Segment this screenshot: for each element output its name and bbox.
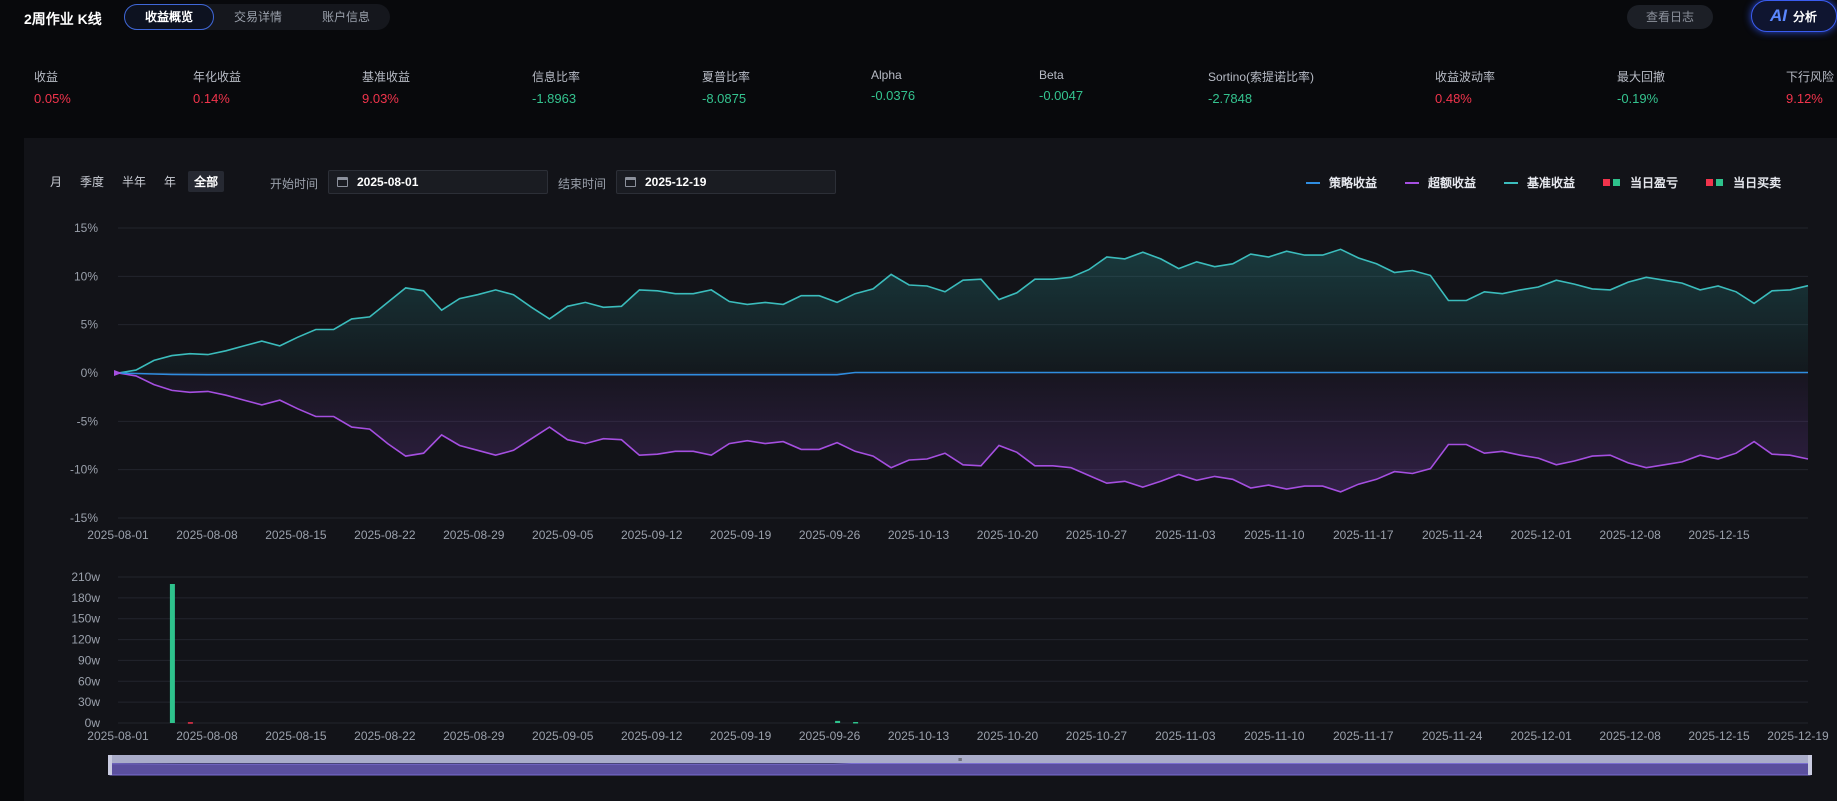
range-year-button[interactable]: 年 (158, 171, 182, 192)
metric-value: -0.0376 (871, 88, 916, 103)
metric-label: Beta (1039, 68, 1064, 82)
ai-analysis-label: 分析 (1793, 10, 1818, 24)
tab-overview[interactable]: 收益概览 (124, 4, 215, 30)
metric-beta: Beta -0.0047 (1039, 68, 1083, 103)
metric-annualized-return: 年化收益 0.14% (193, 68, 241, 106)
metric-volatility: 收益波动率 0.48% (1435, 68, 1495, 106)
metric-value: 0.48% (1435, 91, 1472, 106)
ai-analysis-button[interactable]: AI 分析 (1751, 0, 1837, 32)
range-month-button[interactable]: 月 (44, 171, 68, 192)
legend-excess-return[interactable]: 超额收益 (1405, 174, 1476, 191)
metric-label: 收益 (34, 70, 59, 84)
range-all-button[interactable]: 全部 (188, 171, 225, 192)
legend-swatch (1706, 179, 1714, 186)
legend-daily-pnl[interactable]: 当日盈亏 (1603, 174, 1678, 191)
metric-alpha: Alpha -0.0376 (871, 68, 915, 103)
end-date-input[interactable]: 2025-12-19 (616, 170, 836, 194)
metric-benchmark-return: 基准收益 9.03% (362, 68, 410, 106)
tab-trade-details[interactable]: 交易详情 (214, 4, 302, 30)
tab-account-info[interactable]: 账户信息 (302, 4, 390, 30)
metric-value: 0.14% (193, 91, 230, 106)
ai-icon: AI (1770, 6, 1787, 25)
legend-label: 超额收益 (1428, 176, 1477, 190)
metric-label: 基准收益 (362, 70, 411, 84)
range-selector: 月 季度 半年 年 全部 (44, 171, 225, 192)
metric-label: 夏普比率 (702, 70, 751, 84)
start-date-value: 2025-08-01 (357, 175, 419, 189)
metric-label: 年化收益 (193, 70, 242, 84)
legend-strategy-return[interactable]: 策略收益 (1306, 174, 1377, 191)
metrics-row: 收益 0.05% 年化收益 0.14% 基准收益 9.03% 信息比率 -1.8… (0, 68, 1837, 112)
metric-value: -0.19% (1617, 91, 1659, 106)
end-date-value: 2025-12-19 (645, 175, 707, 189)
metric-label: 最大回撤 (1617, 70, 1666, 84)
metric-value: 9.03% (362, 91, 399, 106)
metric-downside-risk: 下行风险 9.12% (1786, 68, 1834, 106)
legend-swatch (1613, 179, 1621, 186)
legend-swatch (1504, 181, 1519, 184)
range-half-year-button[interactable]: 半年 (116, 171, 152, 192)
metric-label: 信息比率 (532, 70, 581, 84)
metric-value: -0.0047 (1039, 88, 1084, 103)
start-date-input[interactable]: 2025-08-01 (328, 170, 548, 194)
chart-legend: 策略收益 超额收益 基准收益 当日盈亏 当日买卖 (1306, 174, 1781, 191)
metric-label: Sortino(索提诺比率) (1208, 70, 1315, 84)
metric-sharpe-ratio: 夏普比率 -8.0875 (702, 68, 750, 106)
legend-label: 策略收益 (1329, 176, 1378, 190)
end-date-label: 结束时间 (558, 177, 607, 191)
legend-swatch (1716, 179, 1724, 186)
metric-value: -8.0875 (702, 91, 747, 106)
range-quarter-button[interactable]: 季度 (74, 171, 110, 192)
calendar-icon (337, 177, 348, 187)
metric-value: -1.8963 (532, 91, 577, 106)
metric-value: -2.7848 (1208, 91, 1253, 106)
legend-swatch (1306, 181, 1320, 184)
metric-value: 0.05% (34, 91, 71, 106)
legend-label: 当日买卖 (1733, 176, 1782, 190)
metric-return: 收益 0.05% (34, 68, 71, 106)
metric-sortino: Sortino(索提诺比率) -2.7848 (1208, 68, 1314, 106)
top-bar: 2周作业 K线 收益概览 交易详情 账户信息 查看日志 AI 分析 (0, 0, 1837, 36)
calendar-icon (625, 177, 636, 187)
legend-swatch (1405, 181, 1420, 184)
chart-panel (24, 138, 1837, 801)
legend-benchmark-return[interactable]: 基准收益 (1504, 174, 1575, 191)
metric-label: 下行风险 (1786, 70, 1835, 84)
start-date-label: 开始时间 (270, 177, 319, 191)
metric-max-drawdown: 最大回撤 -0.19% (1617, 68, 1665, 106)
legend-swatch (1603, 179, 1611, 186)
app-title: 2周作业 K线 (24, 11, 102, 27)
legend-label: 基准收益 (1527, 176, 1576, 190)
metric-value: 9.12% (1786, 91, 1823, 106)
metric-label: Alpha (871, 68, 902, 82)
legend-label: 当日盈亏 (1630, 176, 1679, 190)
legend-daily-trade[interactable]: 当日买卖 (1706, 174, 1781, 191)
metric-label: 收益波动率 (1435, 70, 1496, 84)
metric-information-ratio: 信息比率 -1.8963 (532, 68, 580, 106)
view-log-button[interactable]: 查看日志 (1627, 5, 1713, 29)
tab-bar: 收益概览 交易详情 账户信息 (124, 4, 391, 30)
